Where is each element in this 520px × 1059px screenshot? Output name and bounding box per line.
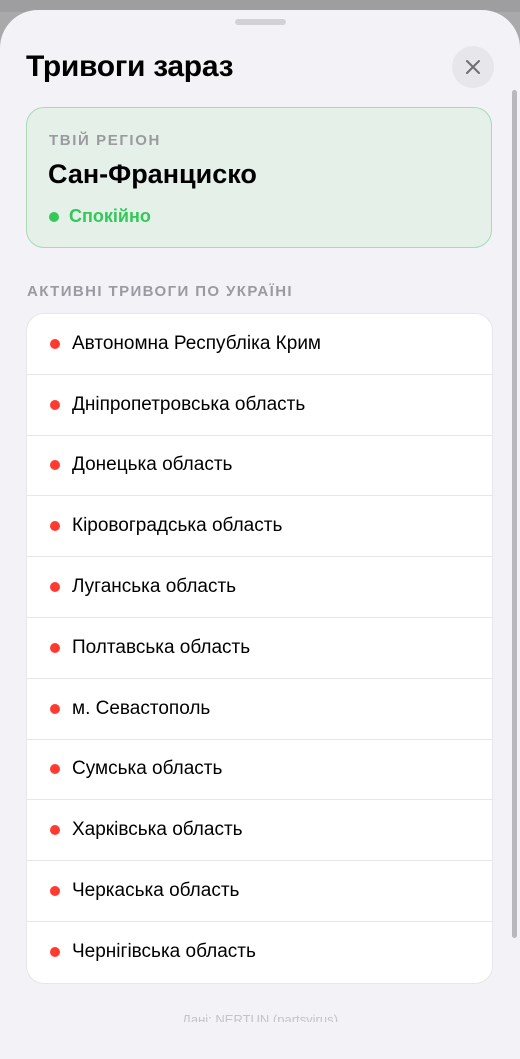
alert-region-name: м. Севастополь (72, 697, 211, 719)
alert-region-name: Донецька область (72, 454, 233, 476)
alert-dot-icon (50, 703, 60, 714)
status-text: Спокійно (69, 206, 151, 226)
alert-row[interactable]: Автономна Республіка Крим (27, 314, 492, 375)
alert-row[interactable]: Харківська область (27, 800, 492, 862)
alert-region-name: Полтавська область (72, 636, 251, 658)
alert-region-name: Чернігівська область (72, 941, 256, 963)
alert-row[interactable]: Кіровоградська область (27, 496, 492, 558)
alert-dot-icon (50, 764, 60, 775)
status-dot-icon (49, 211, 59, 222)
alert-dot-icon (50, 642, 60, 653)
sheet-grabber[interactable] (235, 19, 286, 25)
alert-dot-icon (50, 886, 60, 897)
active-alerts-header: АКТИВНІ ТРИВОГИ ПО УКРАЇНІ (27, 283, 293, 300)
region-name: Сан-Франциско (48, 159, 257, 189)
region-card: ТВІЙ РЕГІОН Сан-Франциско Спокійно (26, 107, 492, 248)
alert-region-name: Луганська область (72, 576, 237, 598)
alert-row[interactable]: Чернігівська область (27, 922, 492, 983)
alert-row[interactable]: Донецька область (27, 436, 492, 497)
alert-row[interactable]: м. Севастополь (27, 679, 492, 740)
alert-row[interactable]: Черкаська область (27, 861, 492, 922)
alert-region-name: Автономна Республіка Крим (72, 332, 321, 354)
alert-row[interactable]: Дніпропетровська область (27, 375, 492, 436)
alert-region-name: Кіровоградська область (72, 515, 283, 537)
alert-dot-icon (50, 521, 60, 532)
alert-region-name: Дніпропетровська область (72, 393, 306, 415)
alert-region-name: Сумська область (72, 758, 223, 780)
close-button[interactable] (452, 46, 494, 88)
close-icon (466, 60, 480, 74)
alert-dot-icon (50, 947, 60, 958)
data-source-footer: Дані: NERTUN (partsvirus) (182, 1012, 338, 1022)
alert-dot-icon (50, 825, 60, 836)
alerts-sheet: Тривоги зараз ТВІЙ РЕГІОН Сан-Франциско … (0, 10, 520, 1059)
active-alerts-list: Автономна Республіка Крим Дніпропетровсь… (26, 313, 493, 984)
alert-dot-icon (50, 460, 60, 471)
alert-row[interactable]: Полтавська область (27, 618, 492, 679)
sheet-title: Тривоги зараз (26, 50, 234, 83)
alert-row[interactable]: Сумська область (27, 740, 492, 801)
alert-region-name: Черкаська область (72, 880, 240, 902)
region-label: ТВІЙ РЕГІОН (49, 132, 161, 149)
region-status: Спокійно (49, 206, 151, 227)
alert-dot-icon (50, 338, 60, 349)
alert-dot-icon (50, 582, 60, 593)
alert-region-name: Харківська область (72, 819, 243, 841)
alert-row[interactable]: Луганська область (27, 557, 492, 618)
scroll-indicator[interactable] (512, 90, 517, 938)
alert-dot-icon (50, 399, 60, 410)
